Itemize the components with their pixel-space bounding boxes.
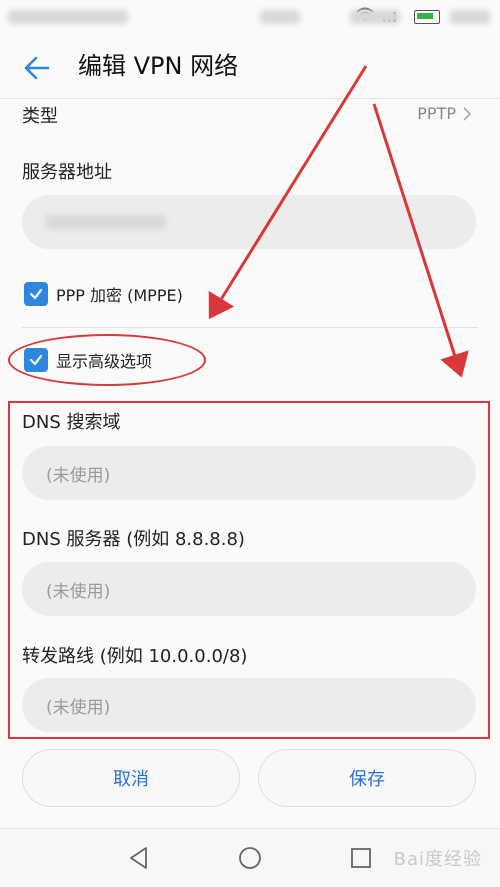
type-row[interactable]: 类型 PPTP	[0, 100, 500, 134]
advanced-options-checkbox-row[interactable]: 显示高级选项	[24, 348, 152, 372]
blurred-status-area	[450, 10, 490, 24]
nav-back-icon[interactable]	[126, 845, 152, 871]
ppp-encryption-label: PPP 加密 (MPPE)	[56, 286, 183, 305]
type-value-group: PPTP	[417, 104, 472, 123]
watermark: Bai度经验	[393, 849, 482, 870]
advanced-options-label: 显示高级选项	[56, 352, 153, 371]
save-button[interactable]: 保存	[258, 749, 476, 807]
dns-server-input[interactable]: (未使用)	[22, 562, 476, 616]
blurred-server-value	[46, 215, 166, 229]
back-button[interactable]	[18, 48, 58, 88]
forwarding-routes-label: 转发路线 (例如 10.0.0.0/8)	[22, 646, 248, 667]
battery-icon	[414, 10, 440, 24]
server-address-input[interactable]	[22, 195, 476, 249]
dns-search-domain-input[interactable]: (未使用)	[22, 446, 476, 500]
dns-search-domain-label: DNS 搜索域	[22, 412, 121, 433]
nav-home-icon[interactable]	[237, 845, 263, 871]
dns-search-domain-placeholder: (未使用)	[46, 465, 111, 486]
type-value: PPTP	[417, 104, 456, 123]
divider	[22, 327, 478, 328]
app-bar-divider	[0, 98, 500, 99]
navigation-bar: Bai度经验	[0, 828, 500, 887]
checkmark-icon	[29, 288, 43, 300]
type-label: 类型	[22, 106, 58, 127]
page-title: 编辑 VPN 网络	[78, 52, 239, 80]
blurred-status-area	[8, 10, 128, 24]
ppp-encryption-checkbox-row[interactable]: PPP 加密 (MPPE)	[24, 282, 183, 306]
chevron-right-icon	[463, 106, 472, 121]
ppp-encryption-checkbox[interactable]	[24, 282, 48, 306]
blurred-status-area	[350, 10, 400, 24]
back-arrow-icon	[24, 56, 50, 80]
checkmark-icon	[29, 354, 43, 366]
advanced-options-checkbox[interactable]	[24, 348, 48, 372]
forwarding-routes-placeholder: (未使用)	[46, 697, 111, 718]
forwarding-routes-input[interactable]: (未使用)	[22, 678, 476, 732]
dns-server-placeholder: (未使用)	[46, 581, 111, 602]
status-bar	[0, 0, 500, 36]
server-address-label: 服务器地址	[22, 162, 112, 183]
cancel-button[interactable]: 取消	[22, 749, 240, 807]
blurred-status-area	[260, 10, 300, 24]
nav-recents-icon[interactable]	[348, 845, 374, 871]
app-bar: 编辑 VPN 网络	[0, 36, 500, 98]
dns-server-label: DNS 服务器 (例如 8.8.8.8)	[22, 529, 245, 550]
